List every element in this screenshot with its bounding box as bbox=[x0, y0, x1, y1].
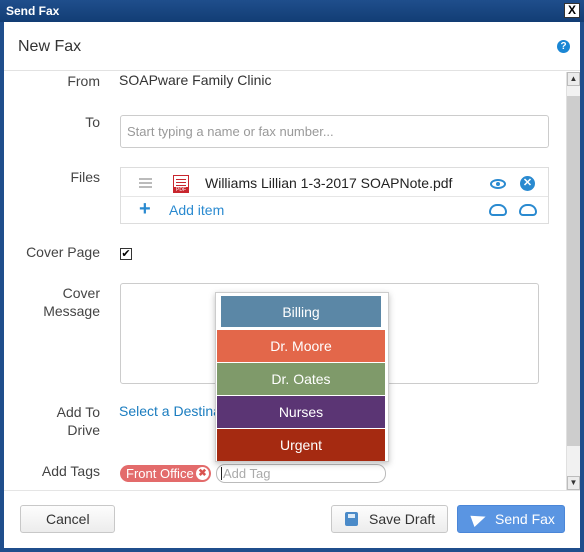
tag-option-dr-moore[interactable]: Dr. Moore bbox=[217, 330, 385, 362]
add-item-link[interactable]: Add item bbox=[169, 202, 224, 218]
send-fax-button-label: Send Fax bbox=[495, 511, 555, 527]
window-frame-bottom bbox=[0, 548, 584, 552]
cloud-storage-icon[interactable] bbox=[489, 204, 507, 216]
add-tag-placeholder: Add Tag bbox=[223, 466, 271, 481]
save-draft-button-label: Save Draft bbox=[369, 511, 436, 527]
footer-divider bbox=[4, 490, 580, 491]
to-placeholder: Start typing a name or fax number... bbox=[127, 124, 334, 139]
scrollbar-thumb[interactable] bbox=[567, 96, 580, 446]
send-plane-icon bbox=[470, 510, 488, 528]
scroll-down-arrow-icon[interactable]: ▼ bbox=[567, 476, 580, 490]
dialog-title: New Fax bbox=[18, 38, 82, 55]
files-label: Files bbox=[70, 169, 100, 185]
tag-option-billing[interactable]: Billing bbox=[221, 296, 381, 327]
save-draft-button[interactable]: Save Draft bbox=[331, 505, 448, 533]
cover-page-label: Cover Page bbox=[26, 244, 100, 260]
tag-option-dr-oates[interactable]: Dr. Oates bbox=[217, 363, 385, 395]
file-row: Williams Lillian 1-3-2017 SOAPNote.pdf ✕ bbox=[121, 168, 548, 197]
cancel-button[interactable]: Cancel bbox=[20, 505, 115, 533]
preview-eye-icon[interactable] bbox=[490, 179, 506, 189]
from-value: SOAPware Family Clinic bbox=[119, 72, 272, 88]
send-fax-button[interactable]: Send Fax bbox=[457, 505, 565, 533]
header-divider bbox=[4, 70, 580, 71]
text-caret bbox=[221, 467, 222, 480]
scroll-up-arrow-icon[interactable]: ▲ bbox=[567, 72, 580, 86]
remove-tag-icon[interactable]: ✖ bbox=[196, 467, 209, 480]
tag-chip-front-office: Front Office ✖ bbox=[120, 465, 211, 482]
add-tag-input[interactable]: Add Tag bbox=[216, 464, 386, 483]
cover-message-label: Cover Message bbox=[8, 284, 100, 320]
tag-option-nurses[interactable]: Nurses bbox=[217, 396, 385, 428]
file-name: Williams Lillian 1-3-2017 SOAPNote.pdf bbox=[205, 175, 453, 191]
files-list: Williams Lillian 1-3-2017 SOAPNote.pdf ✕… bbox=[120, 167, 549, 224]
tag-chip-label: Front Office bbox=[126, 466, 194, 481]
window-close-button[interactable]: X bbox=[564, 3, 580, 18]
add-item-plus-icon[interactable]: + bbox=[139, 198, 151, 221]
add-tags-label: Add Tags bbox=[41, 463, 100, 479]
help-icon[interactable]: ? bbox=[557, 40, 570, 53]
add-to-drive-label-line2: Drive bbox=[67, 422, 100, 438]
save-draft-icon bbox=[345, 512, 358, 526]
add-to-drive-label: Add To Drive bbox=[8, 403, 100, 439]
pdf-file-icon bbox=[173, 175, 189, 193]
cloud-upload-icon[interactable] bbox=[519, 204, 537, 216]
select-destination-link[interactable]: Select a Destina bbox=[119, 403, 221, 419]
window-frame-right bbox=[580, 22, 584, 552]
cover-message-label-line2: Message bbox=[43, 303, 100, 319]
cover-message-label-line1: Cover bbox=[62, 285, 100, 301]
new-fax-dialog: New Fax ? From SOAPware Family Clinic To… bbox=[4, 22, 580, 548]
to-label: To bbox=[85, 114, 100, 130]
remove-file-icon[interactable]: ✕ bbox=[520, 176, 535, 191]
add-to-drive-label-line1: Add To bbox=[56, 404, 100, 420]
window-title: Send Fax bbox=[6, 4, 60, 18]
from-label: From bbox=[67, 73, 100, 89]
vertical-scrollbar[interactable]: ▲ ▼ bbox=[566, 72, 580, 490]
to-input[interactable]: Start typing a name or fax number... bbox=[120, 115, 549, 148]
tag-option-urgent[interactable]: Urgent bbox=[217, 429, 385, 461]
cover-page-checkbox[interactable]: ✔ bbox=[120, 248, 132, 260]
add-item-row: + Add item bbox=[121, 197, 548, 223]
tag-dropdown: Billing Dr. Moore Dr. Oates Nurses Urgen… bbox=[215, 292, 389, 462]
window-titlebar: Send Fax X bbox=[0, 0, 584, 22]
drag-handle-icon[interactable] bbox=[139, 178, 152, 188]
cancel-button-label: Cancel bbox=[46, 511, 90, 527]
